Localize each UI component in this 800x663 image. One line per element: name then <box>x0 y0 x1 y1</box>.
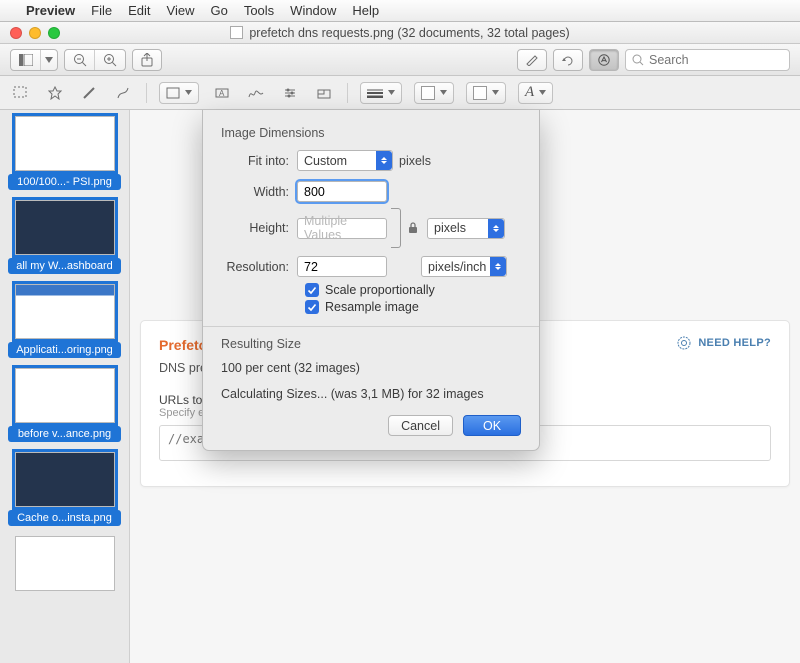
menu-window[interactable]: Window <box>290 3 336 18</box>
chevron-updown-icon <box>488 219 504 238</box>
menu-tools[interactable]: Tools <box>244 3 274 18</box>
app-menu[interactable]: Preview <box>26 3 75 18</box>
thumbnail-label: Applicati...oring.png <box>8 342 121 358</box>
aspect-link-bracket <box>391 208 401 248</box>
rotate-button[interactable] <box>553 49 583 71</box>
preview-window: prefetch dns requests.png (32 documents,… <box>0 22 800 663</box>
share-button[interactable] <box>132 49 162 71</box>
thumbnail-label: all my W...ashboard <box>8 258 121 274</box>
menu-go[interactable]: Go <box>210 3 227 18</box>
resolution-field[interactable] <box>297 256 387 277</box>
window-controls <box>0 27 60 39</box>
toolbar-divider <box>146 83 147 103</box>
titlebar: prefetch dns requests.png (32 documents,… <box>0 22 800 44</box>
content-area: NEED HELP? Prefetch DNS Re DNS prefetchi… <box>130 110 800 663</box>
menu-edit[interactable]: Edit <box>128 3 150 18</box>
main-toolbar <box>0 44 800 76</box>
thumbnail-item[interactable] <box>4 536 125 591</box>
markup-toolbar-toggle[interactable] <box>589 49 619 71</box>
resulting-size-line2: Calculating Sizes... (was 3,1 MB) for 32… <box>221 387 521 401</box>
cancel-button[interactable]: Cancel <box>388 415 453 436</box>
fit-into-unit: pixels <box>399 154 431 168</box>
chevron-updown-icon <box>376 151 392 170</box>
help-icon <box>676 335 692 351</box>
thumbnail-item[interactable]: Applicati...oring.png <box>4 284 125 358</box>
zoom-out-button[interactable] <box>65 50 95 70</box>
thumbnail-label: before v...ance.png <box>8 426 121 442</box>
fit-into-select[interactable]: Custom <box>297 150 393 171</box>
lock-aspect-icon[interactable] <box>403 222 423 234</box>
scale-proportionally-checkbox[interactable]: Scale proportionally <box>305 283 521 297</box>
sidebar-view-menu[interactable] <box>41 50 57 70</box>
thumbnail-label: Cache o...insta.png <box>8 510 121 526</box>
adjust-size-icon[interactable] <box>313 82 335 104</box>
font-style-menu[interactable]: A <box>518 82 553 104</box>
line-weight-menu[interactable] <box>360 82 402 104</box>
height-field[interactable]: Multiple Values <box>297 218 387 239</box>
ok-button[interactable]: OK <box>463 415 521 436</box>
resolution-unit-select[interactable]: pixels/inch <box>421 256 507 277</box>
resulting-size-title: Resulting Size <box>221 337 521 351</box>
height-label: Height: <box>221 221 297 235</box>
sign-tool-icon[interactable] <box>245 82 267 104</box>
stroke-color-menu[interactable] <box>414 82 454 104</box>
zoom-segment <box>64 49 126 71</box>
need-help-link[interactable]: NEED HELP? <box>676 335 771 351</box>
thumbnail-label: 100/100...- PSI.png <box>8 174 121 190</box>
instant-alpha-icon[interactable] <box>44 82 66 104</box>
system-menubar: Preview File Edit View Go Tools Window H… <box>0 0 800 22</box>
document-icon <box>230 26 243 39</box>
search-field[interactable] <box>625 49 790 71</box>
markup-toolbar: A A <box>0 76 800 110</box>
fill-swatch <box>473 86 487 100</box>
close-window-button[interactable] <box>10 27 22 39</box>
resample-image-checkbox[interactable]: Resample image <box>305 300 521 314</box>
search-icon <box>632 54 644 66</box>
sidebar-view-button[interactable] <box>11 50 41 70</box>
width-label: Width: <box>221 185 297 199</box>
thumbnail-item[interactable]: Cache o...insta.png <box>4 452 125 526</box>
view-mode-segment <box>10 49 58 71</box>
search-input[interactable] <box>649 53 783 67</box>
resolution-label: Resolution: <box>221 260 297 274</box>
svg-text:A: A <box>219 89 225 98</box>
zoom-in-button[interactable] <box>95 50 125 70</box>
shapes-menu[interactable] <box>159 82 199 104</box>
fill-color-menu[interactable] <box>466 82 506 104</box>
chevron-updown-icon <box>490 257 506 276</box>
thumbnail-item[interactable]: 100/100...- PSI.png <box>4 116 125 190</box>
minimize-window-button[interactable] <box>29 27 41 39</box>
checkbox-checked-icon <box>305 300 319 314</box>
stroke-swatch <box>421 86 435 100</box>
toolbar-divider <box>347 83 348 103</box>
adjust-color-icon[interactable] <box>279 82 301 104</box>
thumbnail-sidebar[interactable]: 100/100...- PSI.png all my W...ashboard … <box>0 110 130 663</box>
menu-view[interactable]: View <box>167 3 195 18</box>
sketch-tool-icon[interactable] <box>78 82 100 104</box>
dialog-separator <box>203 326 539 327</box>
highlight-button[interactable] <box>517 49 547 71</box>
text-tool-icon[interactable]: A <box>211 82 233 104</box>
thumbnail-item[interactable]: before v...ance.png <box>4 368 125 442</box>
adjust-size-dialog: Image Dimensions Fit into: Custom pixels… <box>202 110 540 451</box>
dialog-section-title: Image Dimensions <box>221 126 521 140</box>
menu-file[interactable]: File <box>91 3 112 18</box>
checkbox-checked-icon <box>305 283 319 297</box>
width-field[interactable] <box>297 181 387 202</box>
fit-into-label: Fit into: <box>221 154 297 168</box>
draw-tool-icon[interactable] <box>112 82 134 104</box>
thumbnail-item[interactable]: all my W...ashboard <box>4 200 125 274</box>
window-title: prefetch dns requests.png (32 documents,… <box>249 26 569 40</box>
dimension-unit-select[interactable]: pixels <box>427 218 505 239</box>
resulting-size-line1: 100 per cent (32 images) <box>221 361 521 375</box>
menu-help[interactable]: Help <box>352 3 379 18</box>
selection-tool-icon[interactable] <box>10 82 32 104</box>
zoom-window-button[interactable] <box>48 27 60 39</box>
